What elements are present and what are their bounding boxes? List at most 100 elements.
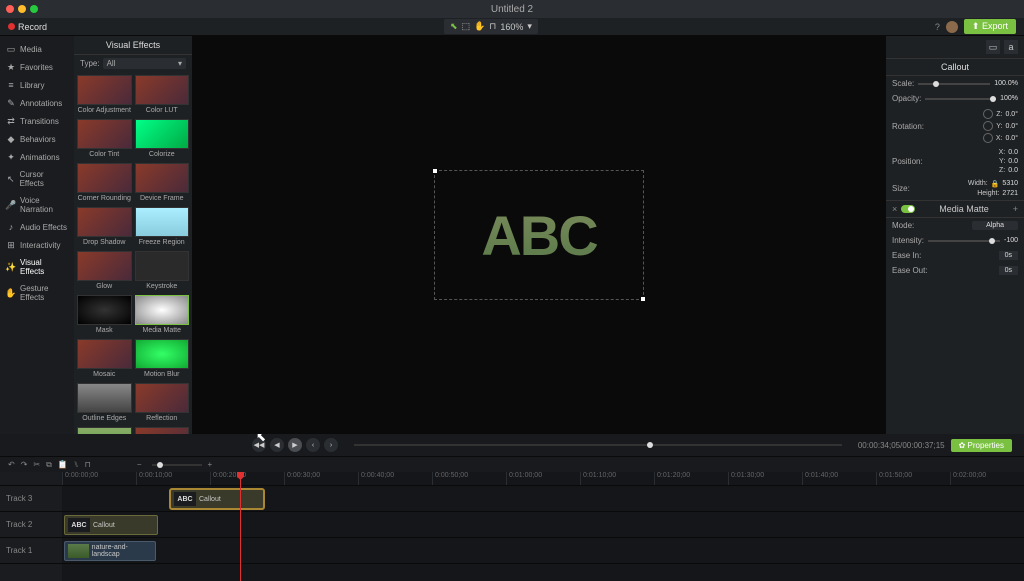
props-tab-text[interactable]: a — [1004, 40, 1018, 54]
sidebar-item-voice-narration[interactable]: 🎤Voice Narration — [0, 192, 74, 218]
timeline-track[interactable]: ABCCallout — [62, 512, 1024, 538]
lock-icon[interactable]: 🔒 — [991, 180, 1000, 188]
preview-canvas[interactable]: ABC — [192, 36, 886, 434]
callout-text[interactable]: ABC — [481, 203, 596, 268]
properties-button[interactable]: ✿ Properties — [951, 439, 1012, 452]
effect-freeze-region[interactable]: Freeze Region — [135, 207, 190, 248]
prev-frame-button[interactable]: ◀◀ — [252, 438, 266, 452]
scale-value[interactable]: 100.0% — [994, 80, 1018, 87]
props-tab-visual[interactable]: ▭ — [986, 40, 1000, 54]
effect-color-adjustment[interactable]: Color Adjustment — [77, 75, 132, 116]
effect-keystroke[interactable]: Keystroke — [135, 251, 190, 292]
hand-icon[interactable]: ✋ — [474, 21, 485, 32]
copy-button[interactable]: ⧉ — [46, 460, 52, 470]
effect-reflection[interactable]: Reflection — [135, 383, 190, 424]
time-ruler[interactable]: 0:00:00;000:00:10;000:00:20;000:00:30;00… — [62, 472, 1024, 486]
effect-color-lut[interactable]: Color LUT — [135, 75, 190, 116]
axis-value[interactable]: 0.0 — [1008, 158, 1018, 165]
timeline-tracks-area[interactable]: 0:00:00;000:00:10;000:00:20;000:00:30;00… — [62, 472, 1024, 581]
sidebar-item-annotations[interactable]: ✎Annotations — [0, 94, 74, 112]
sidebar-item-cursor-effects[interactable]: ↖Cursor Effects — [0, 166, 74, 192]
effect-media-matte[interactable]: Media Matte — [135, 295, 190, 336]
export-button[interactable]: ⬆ Export — [964, 19, 1016, 34]
rotation-dial[interactable] — [983, 133, 993, 143]
track-header[interactable]: Track 1 — [0, 538, 62, 564]
user-avatar[interactable] — [946, 21, 958, 33]
undo-button[interactable]: ↶ — [8, 460, 15, 469]
crop-icon[interactable]: ⬚ — [462, 21, 471, 32]
next-frame-button[interactable]: › — [324, 438, 338, 452]
effect-glow[interactable]: Glow — [77, 251, 132, 292]
close-window[interactable] — [6, 5, 14, 13]
intensity-slider[interactable] — [928, 240, 1000, 242]
effect-outline-edges[interactable]: Outline Edges — [77, 383, 132, 424]
effect-corner-rounding[interactable]: Corner Rounding — [77, 163, 132, 204]
paste-button[interactable]: 📋 — [58, 460, 68, 469]
chevron-down-icon[interactable]: ▾ — [527, 21, 532, 32]
add-icon[interactable]: + — [1013, 204, 1018, 214]
sidebar-item-visual-effects[interactable]: ✨Visual Effects — [0, 254, 74, 280]
track-header[interactable]: Track 2 — [0, 512, 62, 538]
effect-drop-shadow[interactable]: Drop Shadow — [77, 207, 132, 248]
rotation-dial[interactable] — [983, 121, 993, 131]
redo-button[interactable]: ↷ — [21, 460, 28, 469]
timeline-clip[interactable]: ABCCallout — [170, 489, 264, 509]
timeline-track[interactable]: nature-and-landscap — [62, 538, 1024, 564]
close-icon[interactable]: × — [892, 204, 897, 214]
timeline-clip[interactable]: nature-and-landscap — [64, 541, 156, 561]
sidebar-item-media[interactable]: ▭Media — [0, 40, 74, 58]
sidebar-item-animations[interactable]: ✦Animations — [0, 148, 74, 166]
sidebar-item-library[interactable]: ≡Library — [0, 76, 74, 94]
mode-select[interactable]: Alpha — [972, 221, 1018, 230]
effect-color-tint[interactable]: Color Tint — [77, 119, 132, 160]
split-button[interactable]: ⑊ — [74, 460, 79, 469]
media-matte-toggle[interactable] — [901, 205, 915, 213]
pointer-icon[interactable]: ⬉ — [450, 21, 458, 32]
zoom-in-button[interactable]: + — [208, 460, 213, 469]
scale-slider[interactable] — [918, 83, 990, 85]
step-back-button[interactable]: ◀ — [270, 438, 284, 452]
sidebar-item-behaviors[interactable]: ◆Behaviors — [0, 130, 74, 148]
easein-value[interactable]: 0s — [999, 251, 1018, 260]
axis-value[interactable]: 0.0° — [1005, 123, 1018, 130]
zoom-slider[interactable] — [152, 464, 202, 466]
dim-value[interactable]: 2721 — [1002, 190, 1018, 197]
axis-value[interactable]: 0.0 — [1008, 149, 1018, 156]
track-header[interactable]: Track 3 — [0, 486, 62, 512]
playback-scrubber[interactable] — [354, 444, 842, 446]
timeline-track[interactable]: ABCCallout — [62, 486, 1024, 512]
record-button[interactable]: Record — [8, 22, 47, 32]
effect-mosaic[interactable]: Mosaic — [77, 339, 132, 380]
help-icon[interactable]: ? — [935, 22, 940, 32]
rotation-dial[interactable] — [983, 109, 993, 119]
minimize-window[interactable] — [18, 5, 26, 13]
axis-value[interactable]: 0.0° — [1005, 111, 1018, 118]
type-select[interactable]: All ▾ — [103, 58, 186, 69]
effect-motion-blur[interactable]: Motion Blur — [135, 339, 190, 380]
sidebar-item-interactivity[interactable]: ⊞Interactivity — [0, 236, 74, 254]
play-button[interactable]: ▶ — [288, 438, 302, 452]
timeline-clip[interactable]: ABCCallout — [64, 515, 158, 535]
effect-device-frame[interactable]: Device Frame — [135, 163, 190, 204]
magnet-button[interactable]: ⊓ — [85, 460, 91, 469]
intensity-value[interactable]: -100 — [1004, 237, 1018, 244]
selected-object[interactable]: ABC — [434, 170, 644, 300]
easeout-value[interactable]: 0s — [999, 266, 1018, 275]
sidebar-item-transitions[interactable]: ⇄Transitions — [0, 112, 74, 130]
effect-sepia[interactable]: Sepia — [135, 427, 190, 434]
sidebar-item-audio-effects[interactable]: ♪Audio Effects — [0, 218, 74, 236]
effect-mask[interactable]: Mask — [77, 295, 132, 336]
axis-value[interactable]: 0.0 — [1008, 167, 1018, 174]
maximize-window[interactable] — [30, 5, 38, 13]
effect-colorize[interactable]: Colorize — [135, 119, 190, 160]
playhead[interactable] — [240, 472, 241, 581]
sidebar-item-favorites[interactable]: ★Favorites — [0, 58, 74, 76]
opacity-slider[interactable] — [925, 98, 996, 100]
zoom-value[interactable]: 160% — [500, 22, 523, 32]
canvas-tools[interactable]: ⬉ ⬚ ✋ ⊓ 160% ▾ — [444, 19, 538, 34]
effect-remove-a-color[interactable]: Remove a Color — [77, 427, 132, 434]
zoom-out-button[interactable]: − — [137, 460, 142, 469]
dim-value[interactable]: 5310 — [1002, 180, 1018, 188]
sidebar-item-gesture-effects[interactable]: ✋Gesture Effects — [0, 280, 74, 306]
step-forward-button[interactable]: ‹ — [306, 438, 320, 452]
